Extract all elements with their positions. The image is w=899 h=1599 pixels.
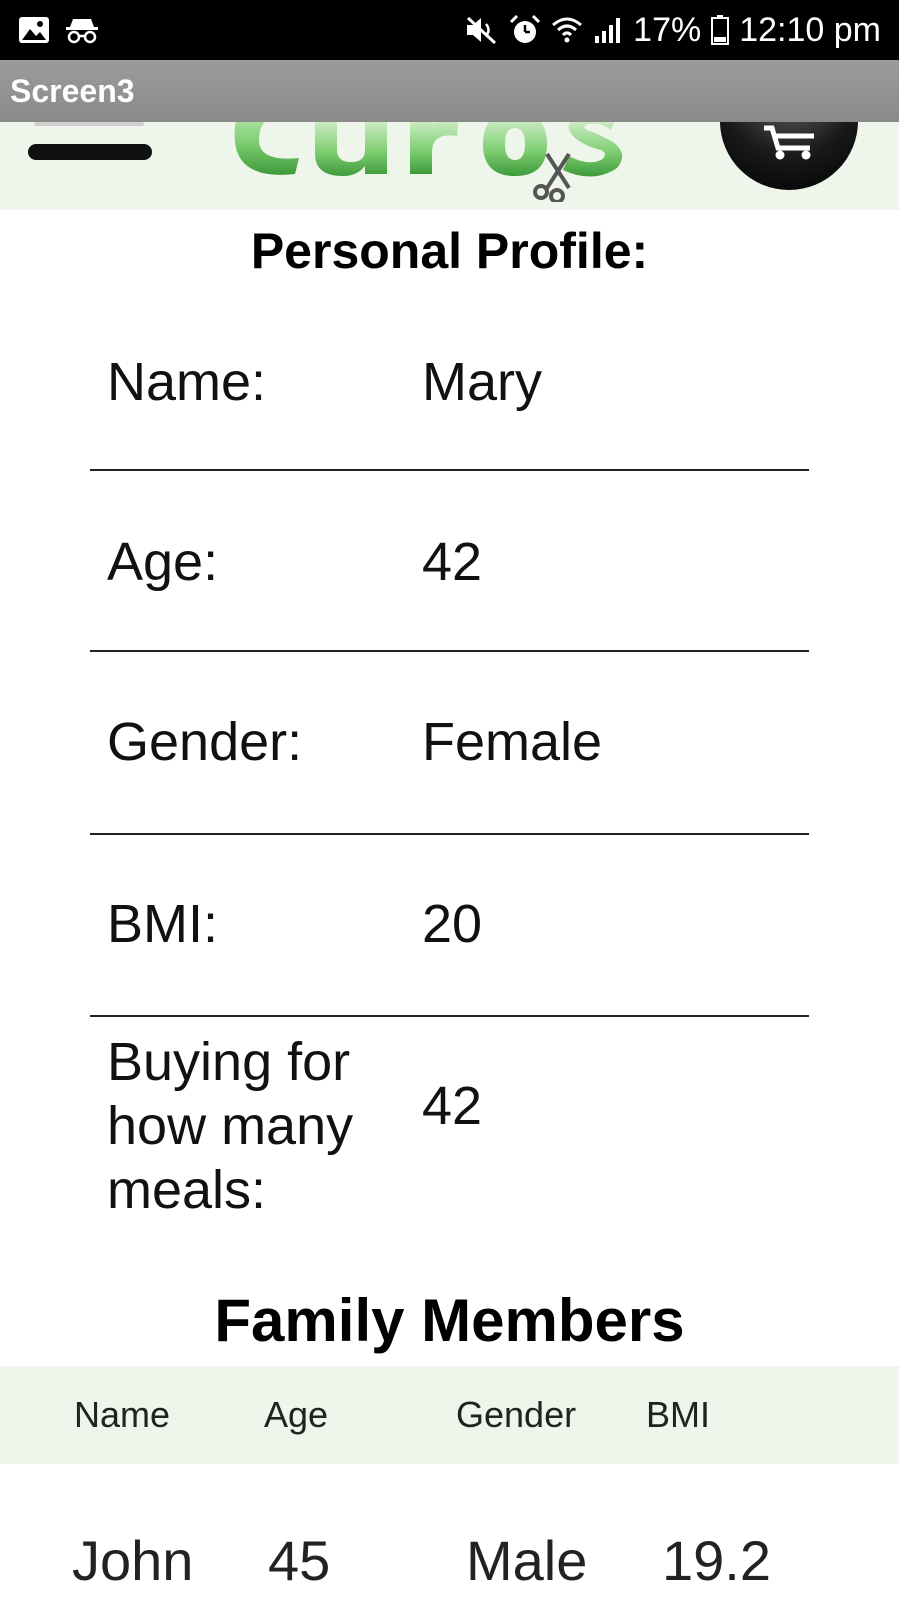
incognito-icon xyxy=(64,16,100,44)
gender-value: Female xyxy=(422,712,603,772)
row-divider xyxy=(90,833,809,835)
menu-line xyxy=(34,122,144,126)
cart-button[interactable] xyxy=(720,122,858,190)
member-bmi: 19.2 xyxy=(662,1529,771,1592)
row-divider xyxy=(90,650,809,652)
status-bar: 17% 12:10 pm xyxy=(0,0,899,60)
member-age: 45 xyxy=(268,1529,331,1592)
age-label: Age: xyxy=(107,532,219,592)
header-gender: Gender xyxy=(456,1394,577,1435)
member-gender: Male xyxy=(466,1529,588,1592)
menu-button[interactable] xyxy=(26,122,154,172)
wifi-icon xyxy=(551,15,583,45)
alarm-icon xyxy=(509,14,541,46)
family-table-header: Name Age Gender BMI xyxy=(0,1366,899,1464)
signal-icon xyxy=(593,16,623,44)
app-header xyxy=(0,122,899,210)
bmi-value: 20 xyxy=(422,894,483,954)
age-value: 42 xyxy=(422,532,483,592)
meals-label: Buying for how many meals: xyxy=(107,1032,354,1220)
gender-label: Gender: xyxy=(107,712,303,772)
menu-icon xyxy=(28,144,152,160)
mute-icon xyxy=(465,15,499,45)
screen-title: Screen3 xyxy=(10,72,135,109)
row-divider xyxy=(90,1015,809,1017)
header-age: Age xyxy=(264,1394,329,1435)
screen: 17% 12:10 pm Screen3 Personal Profile: N… xyxy=(0,0,899,1599)
member-name: John xyxy=(72,1529,194,1592)
name-label: Name: xyxy=(107,352,267,412)
meals-value: 42 xyxy=(422,1076,483,1136)
logo xyxy=(234,122,623,202)
header-name: Name xyxy=(74,1394,171,1435)
clock: 12:10 pm xyxy=(739,10,881,49)
row-divider xyxy=(90,469,809,471)
bmi-label: BMI: xyxy=(107,894,219,954)
profile-title: Personal Profile: xyxy=(250,223,649,279)
family-title: Family Members xyxy=(214,1287,685,1354)
cart-icon xyxy=(764,125,814,160)
table-row[interactable]: John 45 Male 19.2 xyxy=(0,1500,899,1599)
battery-percent: 17% xyxy=(633,10,702,49)
gallery-icon xyxy=(18,16,50,44)
battery-icon xyxy=(711,15,730,45)
title-bar: Screen3 xyxy=(0,60,899,122)
header-bmi: BMI xyxy=(646,1394,711,1435)
name-value: Mary xyxy=(422,352,542,412)
